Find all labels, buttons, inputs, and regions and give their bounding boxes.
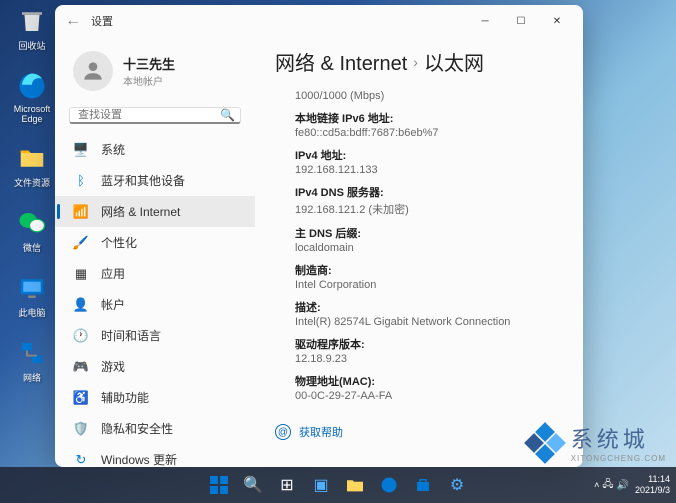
titlebar: ← 设置 ─ ☐ ✕ bbox=[55, 5, 583, 37]
taskbar-edge[interactable] bbox=[374, 470, 404, 500]
desktop-icon-wechat[interactable]: 微信 bbox=[8, 207, 56, 254]
detail-speed: 1000/1000 (Mbps) bbox=[295, 90, 563, 102]
brush-icon: 🖌️ bbox=[73, 235, 89, 251]
help-icon: @ bbox=[275, 424, 291, 440]
taskbar-store[interactable] bbox=[408, 470, 438, 500]
desktop-icon-recycle-bin[interactable]: 回收站 bbox=[8, 5, 56, 52]
minimize-button[interactable]: ─ bbox=[467, 7, 503, 35]
update-icon: ↻ bbox=[73, 452, 89, 468]
detail-manufacturer: 制造商:Intel Corporation bbox=[295, 262, 563, 291]
folder-icon bbox=[16, 142, 48, 174]
tray-volume-icon[interactable]: 🔊 bbox=[617, 480, 629, 491]
search-input[interactable] bbox=[78, 109, 220, 121]
watermark-text-en: XITONGCHENG.COM bbox=[571, 454, 666, 463]
desktop-icons: 回收站 Microsoft Edge 文件资源 微信 此电脑 网络 bbox=[8, 5, 56, 384]
person-icon: 👤 bbox=[73, 297, 89, 313]
wechat-icon bbox=[16, 207, 48, 239]
detail-dns: IPv4 DNS 服务器:192.168.121.2 (未加密) bbox=[295, 184, 563, 217]
recycle-bin-icon bbox=[16, 5, 48, 37]
detail-dns-suffix: 主 DNS 后缀:localdomain bbox=[295, 225, 563, 254]
nav-accounts[interactable]: 👤帐户 bbox=[55, 289, 255, 320]
accessibility-icon: ♿ bbox=[73, 390, 89, 406]
breadcrumb-parent[interactable]: 网络 & Internet bbox=[275, 47, 407, 76]
nav-time-language[interactable]: 🕐时间和语言 bbox=[55, 320, 255, 351]
computer-icon bbox=[16, 272, 48, 304]
gamepad-icon: 🎮 bbox=[73, 359, 89, 375]
shield-icon: 🛡️ bbox=[73, 421, 89, 437]
taskbar-clock[interactable]: 11:14 2021/9/3 bbox=[635, 474, 670, 496]
nav-list: 🖥️系统 ᛒ蓝牙和其他设备 📶网络 & Internet 🖌️个性化 ▦应用 👤… bbox=[55, 134, 255, 467]
breadcrumb-current: 以太网 bbox=[424, 47, 484, 76]
nav-personalization[interactable]: 🖌️个性化 bbox=[55, 227, 255, 258]
desktop-icon-network[interactable]: 网络 bbox=[8, 337, 56, 384]
close-button[interactable]: ✕ bbox=[539, 7, 575, 35]
system-tray: ˄ 🖧 🔊 11:14 2021/9/3 bbox=[594, 474, 670, 496]
maximize-button[interactable]: ☐ bbox=[503, 7, 539, 35]
detail-ipv6: 本地链接 IPv6 地址:fe80::cd5a:bdff:7687:b6eb%7 bbox=[295, 110, 563, 139]
window-title: 设置 bbox=[91, 13, 113, 29]
user-section[interactable]: 十三先生 本地帐户 bbox=[55, 45, 255, 103]
taskbar-explorer[interactable] bbox=[340, 470, 370, 500]
watermark-text-cn: 系统城 bbox=[571, 422, 666, 454]
taskbar-widgets[interactable]: ▣ bbox=[306, 470, 336, 500]
apps-icon: ▦ bbox=[73, 266, 89, 282]
taskbar-taskview[interactable]: ⊞ bbox=[272, 470, 302, 500]
taskbar-settings[interactable]: ⚙ bbox=[442, 470, 472, 500]
search-box[interactable]: 🔍 bbox=[69, 107, 241, 124]
system-icon: 🖥️ bbox=[73, 142, 89, 158]
sidebar: 十三先生 本地帐户 🔍 🖥️系统 ᛒ蓝牙和其他设备 📶网络 & Internet… bbox=[55, 37, 255, 467]
desktop-icon-this-pc[interactable]: 此电脑 bbox=[8, 272, 56, 319]
network-icon bbox=[16, 337, 48, 369]
settings-window: ← 设置 ─ ☐ ✕ 十三先生 本地帐户 🔍 🖥️系统 ᛒ蓝牙和 bbox=[55, 5, 583, 467]
back-button[interactable]: ← bbox=[63, 11, 83, 31]
tray-chevron-up-icon[interactable]: ˄ bbox=[594, 480, 599, 490]
network-details: 1000/1000 (Mbps) 本地链接 IPv6 地址:fe80::cd5a… bbox=[275, 90, 563, 402]
bluetooth-icon: ᛒ bbox=[73, 173, 89, 189]
nav-apps[interactable]: ▦应用 bbox=[55, 258, 255, 289]
edge-icon bbox=[16, 70, 48, 102]
desktop-icon-edge[interactable]: Microsoft Edge bbox=[8, 70, 56, 124]
detail-description: 描述:Intel(R) 82574L Gigabit Network Conne… bbox=[295, 299, 563, 328]
clock-icon: 🕐 bbox=[73, 328, 89, 344]
chevron-right-icon: › bbox=[413, 54, 418, 70]
taskbar: 🔍 ⊞ ▣ ⚙ ˄ 🖧 🔊 11:14 2021/9/3 bbox=[0, 467, 676, 503]
get-help-link[interactable]: @ 获取帮助 bbox=[275, 414, 563, 440]
detail-mac: 物理地址(MAC):00-0C-29-27-AA-FA bbox=[295, 373, 563, 402]
watermark-logo bbox=[525, 423, 565, 463]
nav-windows-update[interactable]: ↻Windows 更新 bbox=[55, 444, 255, 467]
breadcrumb: 网络 & Internet › 以太网 bbox=[275, 47, 563, 76]
taskbar-center: 🔍 ⊞ ▣ ⚙ bbox=[204, 470, 472, 500]
taskbar-search[interactable]: 🔍 bbox=[238, 470, 268, 500]
nav-bluetooth[interactable]: ᛒ蓝牙和其他设备 bbox=[55, 165, 255, 196]
nav-network[interactable]: 📶网络 & Internet bbox=[55, 196, 255, 227]
user-account-type: 本地帐户 bbox=[123, 73, 175, 88]
user-name: 十三先生 bbox=[123, 54, 175, 73]
nav-accessibility[interactable]: ♿辅助功能 bbox=[55, 382, 255, 413]
avatar-icon bbox=[73, 51, 113, 91]
nav-gaming[interactable]: 🎮游戏 bbox=[55, 351, 255, 382]
nav-privacy[interactable]: 🛡️隐私和安全性 bbox=[55, 413, 255, 444]
desktop-icon-explorer[interactable]: 文件资源 bbox=[8, 142, 56, 189]
wifi-icon: 📶 bbox=[73, 204, 89, 220]
search-icon: 🔍 bbox=[220, 108, 235, 122]
start-button[interactable] bbox=[204, 470, 234, 500]
watermark: 系统城 XITONGCHENG.COM bbox=[525, 422, 666, 463]
detail-ipv4: IPv4 地址:192.168.121.133 bbox=[295, 147, 563, 176]
nav-system[interactable]: 🖥️系统 bbox=[55, 134, 255, 165]
detail-driver-version: 驱动程序版本:12.18.9.23 bbox=[295, 336, 563, 365]
tray-network-icon[interactable]: 🖧 bbox=[602, 477, 613, 494]
content-area: 网络 & Internet › 以太网 1000/1000 (Mbps) 本地链… bbox=[255, 37, 583, 467]
